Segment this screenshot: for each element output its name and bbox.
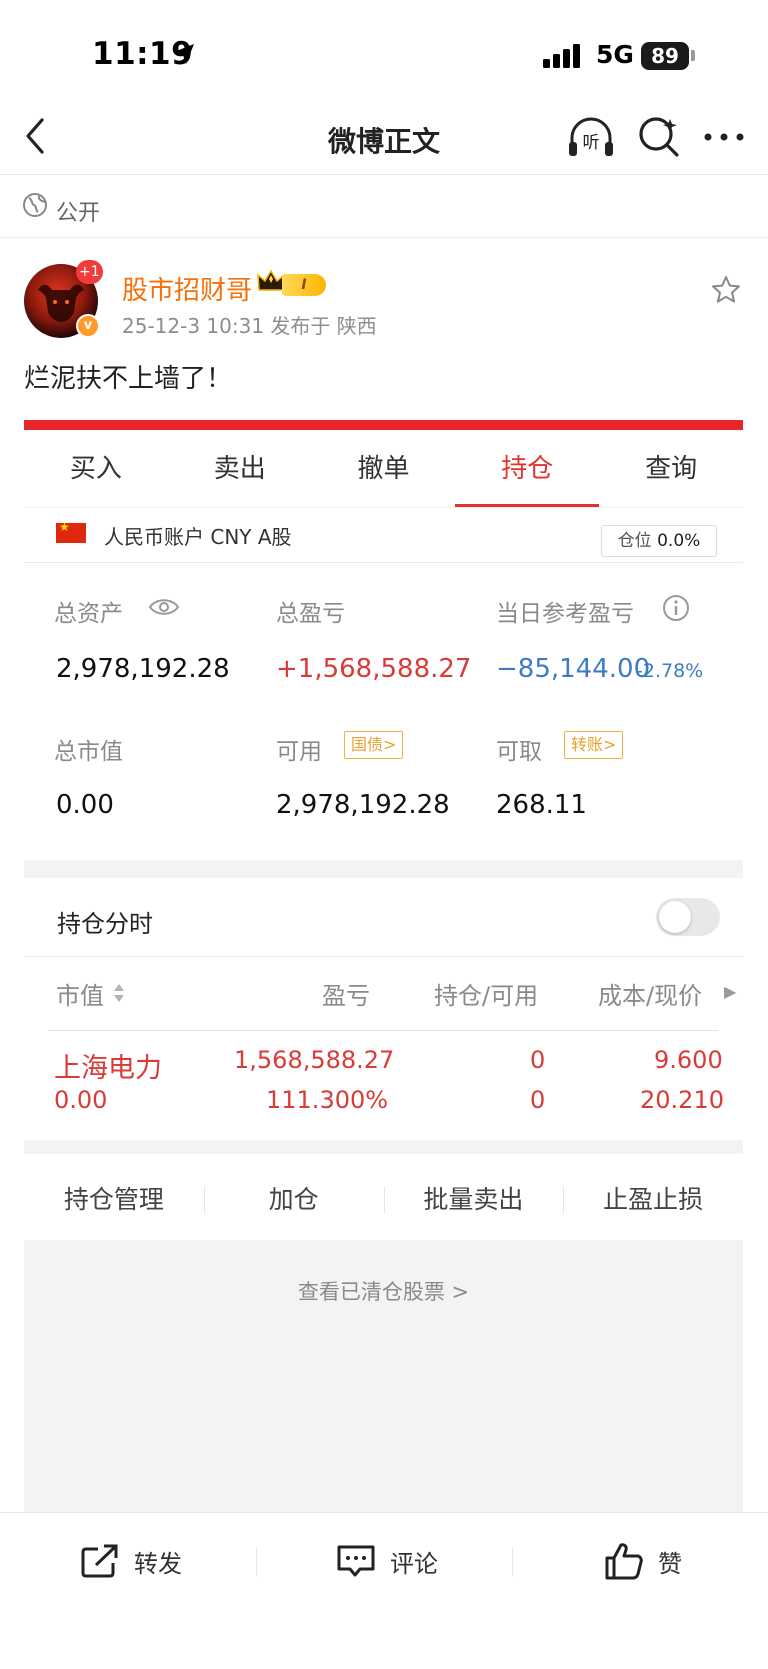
more-button[interactable] xyxy=(700,122,748,152)
row-pnl-percent: 111.300% xyxy=(266,1086,389,1114)
tab-query[interactable]: 查询 xyxy=(599,430,743,507)
avatar-plus-badge: +1 xyxy=(76,260,103,284)
row-position: 0 xyxy=(530,1046,546,1074)
svg-text:听: 听 xyxy=(583,133,600,153)
header-pnl: 盈亏 xyxy=(322,982,370,1010)
network-type: 5G xyxy=(596,40,634,69)
divider xyxy=(512,1547,513,1577)
thumbs-up-icon xyxy=(605,1543,643,1580)
info-icon[interactable] xyxy=(662,594,690,622)
holdings-timeline-toggle[interactable] xyxy=(656,898,720,936)
position-label: 仓位 xyxy=(617,531,652,551)
header-position: 持仓/可用 xyxy=(434,982,539,1010)
post-text: 烂泥扶不上墙了！ xyxy=(24,364,233,394)
brokerage-header-bar xyxy=(24,420,743,430)
view-cleared-stocks-link[interactable]: 查看已清仓股票 > xyxy=(24,1276,743,1306)
divider xyxy=(24,956,743,957)
available-value: 2,978,192.28 xyxy=(276,790,450,820)
header-market-value[interactable]: 市值 xyxy=(56,976,104,1011)
total-pnl-label: 总盈亏 xyxy=(276,601,345,627)
account-row: 人民币账户 CNY A股 仓位 0.0% xyxy=(24,510,743,562)
bottom-action-bar: 转发 评论 赞 xyxy=(0,1512,768,1607)
visibility-label: 公开 xyxy=(56,201,101,226)
member-level-badge: I xyxy=(282,274,326,296)
divider xyxy=(256,1547,257,1577)
total-assets-label: 总资产 xyxy=(54,601,123,627)
divider xyxy=(48,1030,718,1031)
author-name[interactable]: 股市招财哥 xyxy=(122,270,252,307)
batch-sell-button[interactable]: 批量卖出 xyxy=(383,1160,564,1240)
transfer-tag[interactable]: 转账> xyxy=(564,731,624,759)
available-label: 可用 xyxy=(276,739,322,765)
tab-buy[interactable]: 买入 xyxy=(24,430,168,507)
eye-icon[interactable] xyxy=(148,596,180,618)
take-profit-stop-loss-button[interactable]: 止盈止损 xyxy=(563,1160,743,1240)
daily-pnl-value: −85,144.00 xyxy=(496,654,651,684)
treasury-bond-tag[interactable]: 国债> xyxy=(344,731,404,759)
account-label: 人民币账户 CNY A股 xyxy=(104,525,292,549)
section-separator xyxy=(24,860,743,878)
divider xyxy=(24,562,743,563)
add-position-button[interactable]: 加仓 xyxy=(203,1160,384,1240)
daily-pnl-label: 当日参考盈亏 xyxy=(496,601,634,627)
battery-tip xyxy=(691,50,695,61)
comment-label: 评论 xyxy=(390,1549,438,1578)
search-button[interactable] xyxy=(636,114,682,160)
post-meta: 25-12-3 10:31 发布于 陕西 xyxy=(122,314,377,338)
cleared-stocks-area: 查看已清仓股票 > xyxy=(24,1240,743,1512)
manage-holdings-button[interactable]: 持仓管理 xyxy=(24,1160,204,1240)
row-available: 0 xyxy=(530,1086,546,1114)
share-icon xyxy=(81,1544,118,1578)
row-market-value: 0.00 xyxy=(54,1086,108,1114)
cellular-signal-icon xyxy=(543,44,580,68)
row-price: 20.210 xyxy=(640,1086,724,1114)
position-ratio-pill: 仓位 0.0% xyxy=(601,525,717,557)
tab-holdings[interactable]: 持仓 xyxy=(455,430,599,507)
location-arrow-icon xyxy=(174,44,194,64)
header-cost-price: 成本/现价 xyxy=(598,982,703,1010)
globe-icon xyxy=(23,193,47,217)
headphones-icon: 听 xyxy=(569,117,613,156)
holdings-timeline-label: 持仓分时 xyxy=(57,910,153,938)
status-bar: 11:19 5G 89 xyxy=(0,0,768,100)
row-pnl: 1,568,588.27 xyxy=(234,1046,395,1074)
tab-sell[interactable]: 卖出 xyxy=(168,430,312,507)
visibility-row: 公开 xyxy=(0,176,768,238)
repost-label: 转发 xyxy=(134,1549,182,1578)
repost-button[interactable]: 转发 xyxy=(80,1541,182,1581)
battery-indicator: 89 xyxy=(641,42,689,70)
market-value-value: 0.00 xyxy=(56,790,114,820)
comment-button[interactable]: 评论 xyxy=(336,1541,438,1581)
more-dots-icon xyxy=(704,133,744,141)
verified-badge: v xyxy=(76,314,100,338)
stock-name: 上海电力 xyxy=(54,1053,162,1084)
market-value-label: 总市值 xyxy=(54,739,123,765)
withdrawable-label: 可取 xyxy=(496,739,542,765)
sort-icon[interactable] xyxy=(112,982,126,1004)
withdrawable-value: 268.11 xyxy=(496,790,587,820)
star-favorite-icon[interactable] xyxy=(710,274,742,306)
nav-bar: 微博正文 听 xyxy=(0,100,768,175)
listen-button[interactable]: 听 xyxy=(566,114,616,160)
section-separator xyxy=(24,1140,743,1154)
like-button[interactable]: 赞 xyxy=(604,1541,682,1581)
comment-icon xyxy=(337,1545,375,1577)
row-cost: 9.600 xyxy=(654,1046,723,1074)
total-assets-value: 2,978,192.28 xyxy=(56,654,230,684)
china-flag-icon xyxy=(56,520,86,543)
search-icon xyxy=(639,117,679,157)
avatar[interactable]: +1 v xyxy=(24,260,103,338)
trade-tabs: 买入 卖出 撤单 持仓 查询 xyxy=(24,430,743,508)
tab-cancel-order[interactable]: 撤单 xyxy=(312,430,456,507)
position-value: 0.0% xyxy=(657,531,701,551)
total-pnl-value: +1,568,588.27 xyxy=(276,654,472,684)
daily-pnl-percent: -2.78% xyxy=(636,660,704,682)
holdings-actions: 持仓管理 加仓 批量卖出 止盈止损 xyxy=(24,1160,743,1240)
like-label: 赞 xyxy=(658,1549,682,1578)
chevron-right-icon[interactable]: ▶ xyxy=(724,982,736,1001)
